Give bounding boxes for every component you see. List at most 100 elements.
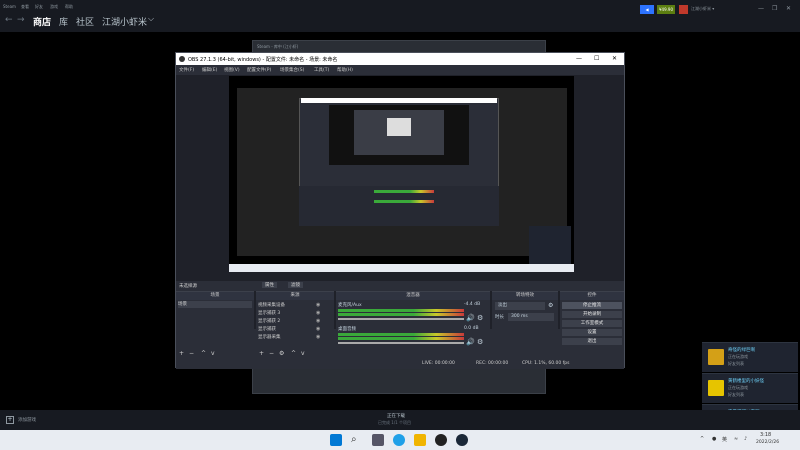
obs-taskbar-icon[interactable]: [435, 434, 447, 446]
settings-button[interactable]: 设置: [562, 329, 622, 336]
start-recording-button[interactable]: 开始录制: [562, 311, 622, 318]
steam-menu-games[interactable]: 游戏: [50, 4, 58, 10]
search-icon[interactable]: ⌕: [351, 434, 363, 446]
friend-name: 黄鹤楼里的小妖怪: [728, 379, 764, 384]
gear-icon[interactable]: ⚙: [477, 338, 483, 346]
task-view-icon[interactable]: [372, 434, 384, 446]
move-down-icon[interactable]: v: [211, 350, 215, 357]
nested-meter: [374, 190, 434, 193]
gear-icon[interactable]: ⚙: [548, 302, 553, 309]
steam-menu-view[interactable]: 查看: [21, 4, 29, 10]
steam-menu-steam[interactable]: Steam: [3, 4, 16, 9]
source-item[interactable]: 显示捕获: [258, 326, 276, 333]
user-avatar[interactable]: [679, 5, 688, 14]
scenes-dock-footer: + − ^ v: [176, 350, 254, 359]
speaker-icon[interactable]: 🔊: [466, 338, 475, 346]
steam-menu-friends[interactable]: 好友: [35, 4, 43, 10]
filters-button[interactable]: 滤镜: [288, 282, 303, 288]
scene-item[interactable]: 场景: [178, 301, 252, 308]
duration-input[interactable]: 300 ms: [508, 313, 554, 321]
volume-icon[interactable]: ♪: [744, 436, 747, 442]
obs-menu-file[interactable]: 文件(F): [179, 67, 194, 73]
eye-icon[interactable]: ◉: [316, 318, 320, 324]
steam-taskbar-icon[interactable]: [456, 434, 468, 446]
scenes-dock: 场景 场景 + − ^ v: [176, 291, 254, 359]
tray-chevron-icon[interactable]: ^: [700, 436, 704, 442]
clock-time[interactable]: 3:18: [760, 432, 771, 438]
move-up-icon[interactable]: ^: [291, 350, 296, 357]
transitions-dock-header: 转场特效: [492, 292, 558, 300]
preview-canvas[interactable]: [229, 76, 574, 272]
nav-library[interactable]: 库: [59, 15, 68, 28]
nested-friends-toasts: [529, 226, 571, 266]
microphone-icon[interactable]: ●: [712, 436, 716, 442]
maximize-button[interactable]: ❐: [772, 5, 777, 12]
obs-menu-view[interactable]: 视图(V): [224, 67, 240, 73]
obs-menu-help[interactable]: 帮助(H): [337, 67, 353, 73]
friend-status: 正在玩游戏: [728, 385, 748, 390]
source-item[interactable]: 显示捕获 3: [258, 310, 280, 317]
friend-list-link[interactable]: 好友列表: [728, 392, 744, 398]
add-game-icon[interactable]: +: [6, 416, 14, 424]
nav-username[interactable]: 江湖小虾米: [102, 15, 147, 28]
obs-menu-profile[interactable]: 配置文件(P): [247, 67, 271, 73]
stop-streaming-button[interactable]: 停止推流: [562, 302, 622, 309]
move-up-icon[interactable]: ^: [201, 350, 206, 357]
edge-icon[interactable]: [393, 434, 405, 446]
friend-toast[interactable]: 奇怪的绿巨啊 正在玩游戏 好友列表: [702, 342, 798, 372]
transitions-dock: 转场特效 淡出 ⚙ 时长 300 ms: [492, 291, 558, 359]
downloads-title[interactable]: 正在下载: [387, 413, 405, 419]
exit-button[interactable]: 退出: [562, 338, 622, 345]
nav-store[interactable]: 商店: [33, 15, 51, 28]
ime-indicator[interactable]: 英: [722, 436, 727, 443]
obs-title-text: OBS 27.1.3 (64-bit, windows) - 配置文件: 未命名…: [188, 57, 338, 63]
remove-source-icon[interactable]: −: [269, 350, 274, 357]
studio-mode-button[interactable]: 工作室模式: [562, 320, 622, 327]
rec-status: REC: 00:00:00: [476, 361, 509, 366]
eye-icon[interactable]: ◉: [316, 334, 320, 340]
add-source-icon[interactable]: +: [259, 350, 264, 357]
gear-icon[interactable]: ⚙: [477, 314, 483, 322]
transition-select[interactable]: 淡出: [495, 302, 545, 310]
wifi-icon[interactable]: ≈: [734, 436, 738, 442]
source-item[interactable]: 显示捕获 2: [258, 318, 280, 325]
windows-start-icon[interactable]: [330, 434, 342, 446]
obs-menu-edit[interactable]: 编辑(E): [202, 67, 217, 73]
wallet-balance[interactable]: ¥49.90: [657, 5, 675, 14]
minimize-button[interactable]: —: [758, 5, 764, 12]
obs-window[interactable]: OBS 27.1.3 (64-bit, windows) - 配置文件: 未命名…: [175, 52, 625, 369]
broadcast-icon[interactable]: ◀: [640, 5, 654, 14]
nav-user-chevron[interactable]: ⌵: [148, 14, 154, 24]
mixer-track-name: 麦克风/Aux: [338, 303, 362, 308]
file-explorer-icon[interactable]: [414, 434, 426, 446]
obs-close-button[interactable]: ✕: [612, 55, 617, 62]
user-account-menu[interactable]: 江湖小虾米 ▾: [691, 6, 714, 12]
friend-toast[interactable]: 黄鹤楼里的小妖怪 正在玩游戏 好友列表: [702, 373, 798, 403]
duration-label: 时长: [495, 315, 504, 320]
gear-icon[interactable]: ⚙: [279, 350, 284, 357]
back-arrow-icon[interactable]: ←: [5, 15, 13, 25]
eye-icon[interactable]: ◉: [316, 302, 320, 308]
friend-list-link[interactable]: 好友列表: [728, 361, 744, 367]
source-item[interactable]: 视频采集设备: [258, 302, 285, 309]
add-game-button[interactable]: 添加游戏: [18, 417, 36, 423]
obs-minimize-button[interactable]: —: [576, 55, 582, 62]
move-down-icon[interactable]: v: [301, 350, 305, 357]
obs-menu-scene-collection[interactable]: 场景集合(S): [280, 67, 304, 73]
add-scene-icon[interactable]: +: [179, 350, 184, 357]
source-item[interactable]: 显示器采集: [258, 334, 281, 341]
eye-icon[interactable]: ◉: [316, 326, 320, 332]
nav-community[interactable]: 社区: [76, 15, 94, 28]
obs-menu-tools[interactable]: 工具(T): [314, 67, 329, 73]
clock-date[interactable]: 2022/2/26: [756, 440, 779, 445]
speaker-icon[interactable]: 🔊: [466, 314, 475, 322]
close-button[interactable]: ✕: [786, 5, 791, 12]
obs-maximize-button[interactable]: ☐: [594, 55, 599, 62]
remove-scene-icon[interactable]: −: [189, 350, 194, 357]
forward-arrow-icon[interactable]: →: [17, 15, 25, 25]
properties-button[interactable]: 属性: [262, 282, 277, 288]
steam-menu-help[interactable]: 帮助: [65, 4, 73, 10]
eye-icon[interactable]: ◉: [316, 310, 320, 316]
volume-slider[interactable]: [338, 318, 464, 320]
volume-slider[interactable]: [338, 342, 464, 344]
